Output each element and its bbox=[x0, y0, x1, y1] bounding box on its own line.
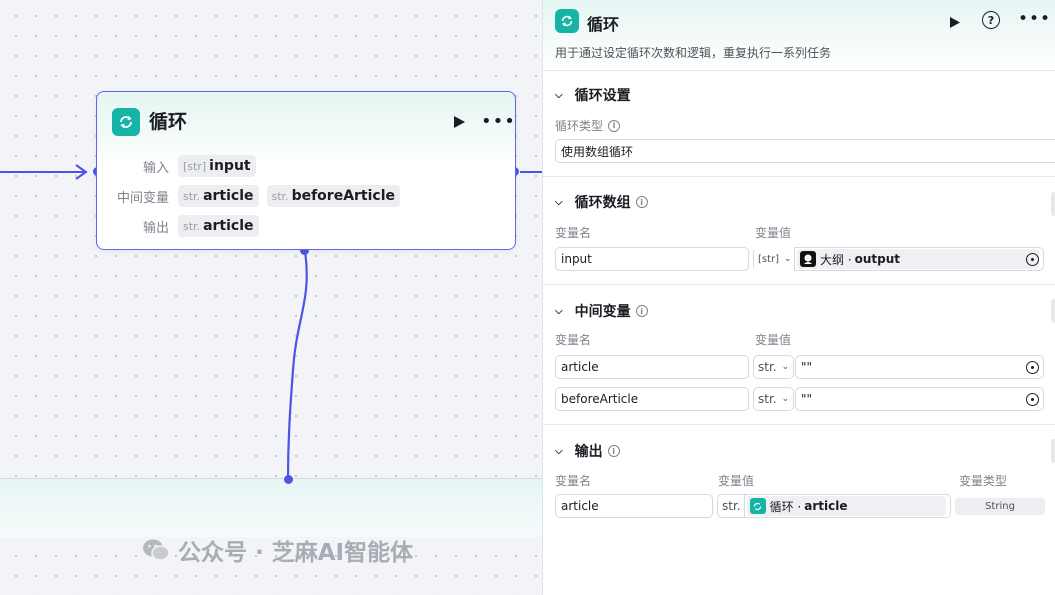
variable-name-input[interactable]: input bbox=[555, 247, 749, 271]
watermark: 公众号 · 芝麻AI智能体 bbox=[142, 533, 413, 567]
add-variable-handle[interactable] bbox=[1051, 192, 1055, 216]
node-row-label: 输出 bbox=[142, 220, 169, 236]
variable-value-input[interactable]: "" bbox=[795, 355, 1044, 379]
info-icon: i bbox=[635, 196, 648, 208]
section-loop-array[interactable]: ⌵ 循环数组 i bbox=[555, 192, 648, 212]
loop-body-entry-port[interactable] bbox=[284, 475, 293, 484]
loop-type-select[interactable]: 使用数组循环 bbox=[555, 139, 1055, 163]
divider bbox=[543, 424, 1055, 425]
connection-wires bbox=[0, 164, 542, 480]
wechat-icon bbox=[143, 539, 170, 561]
node-row-intermediate: 中间变量 str. article str. beforeArticle bbox=[97, 184, 408, 208]
panel-title[interactable]: 循环 bbox=[587, 11, 619, 35]
run-button[interactable] bbox=[453, 114, 466, 133]
variable-reference-icon[interactable] bbox=[1026, 361, 1039, 374]
col-header-name: 变量名 bbox=[555, 474, 592, 488]
reference-chip[interactable]: 循环 · article bbox=[746, 496, 946, 516]
col-header-value: 变量值 bbox=[718, 474, 755, 488]
reference-chip[interactable]: 大纲 · output bbox=[797, 249, 1039, 269]
variable-type-badge: String bbox=[955, 498, 1045, 515]
variable-tag: str. article bbox=[178, 215, 259, 237]
variable-reference-icon[interactable] bbox=[1026, 253, 1039, 266]
divider bbox=[543, 176, 1055, 177]
add-variable-handle[interactable] bbox=[1051, 439, 1055, 463]
run-button[interactable] bbox=[949, 14, 961, 33]
variable-value-field[interactable]: str. 循环 · article bbox=[717, 494, 951, 518]
type-select[interactable]: [str] ⌄ bbox=[754, 247, 795, 271]
col-header-value: 变量值 bbox=[755, 333, 792, 347]
chevron-down-icon: ⌵ bbox=[555, 89, 563, 101]
divider bbox=[543, 284, 1055, 285]
section-intermediate-vars[interactable]: ⌵ 中间变量 i bbox=[555, 301, 648, 321]
panel-description: 用于通过设定循环次数和逻辑，重复执行一系列任务 bbox=[555, 46, 832, 60]
variable-name-input[interactable]: article bbox=[555, 355, 749, 379]
type-select[interactable]: str. ⌄ bbox=[753, 387, 794, 411]
variable-reference-icon[interactable] bbox=[1026, 393, 1039, 406]
loop-icon bbox=[112, 108, 140, 136]
col-header-type: 变量类型 bbox=[959, 474, 1008, 488]
play-icon bbox=[950, 17, 960, 28]
workflow-canvas[interactable]: 循环 ••• 输入 [str] input 中间变量 str. article st… bbox=[0, 0, 542, 595]
node-row-output: 输出 str. article bbox=[97, 214, 267, 238]
node-title: 循环 bbox=[149, 111, 188, 133]
col-header-name: 变量名 bbox=[555, 333, 592, 347]
chevron-down-icon: ⌵ bbox=[555, 305, 563, 317]
add-variable-handle[interactable] bbox=[1051, 299, 1055, 323]
variable-value-input[interactable]: "" bbox=[795, 387, 1044, 411]
variable-tag: [str] input bbox=[178, 155, 256, 177]
node-settings-panel: 循环 ? ••• 用于通过设定循环次数和逻辑，重复执行一系列任务 ⌵ 循环设置 循… bbox=[542, 0, 1055, 595]
chevron-down-icon: ⌄ bbox=[781, 362, 790, 372]
node-row-input: 输入 [str] input bbox=[97, 154, 264, 178]
loop-body-edge bbox=[286, 250, 308, 480]
section-loop-settings[interactable]: ⌵ 循环设置 bbox=[555, 85, 631, 105]
bot-avatar-icon bbox=[800, 251, 816, 267]
loop-node[interactable]: 循环 ••• 输入 [str] input 中间变量 str. article st… bbox=[96, 91, 516, 250]
col-header-value: 变量值 bbox=[755, 226, 792, 240]
type-tag: str. bbox=[718, 495, 745, 517]
node-row-label: 中间变量 bbox=[116, 190, 169, 206]
type-select[interactable]: str. ⌄ bbox=[753, 355, 794, 379]
loop-icon bbox=[555, 9, 579, 33]
chevron-down-icon: ⌄ bbox=[784, 254, 792, 264]
help-icon[interactable]: ? bbox=[982, 11, 1000, 29]
variable-name-input[interactable]: article bbox=[555, 494, 713, 518]
variable-tag: str. beforeArticle bbox=[266, 185, 401, 207]
chevron-down-icon: ⌵ bbox=[555, 445, 563, 457]
variable-value-field[interactable]: [str] ⌄ 大纲 · output bbox=[753, 247, 1044, 271]
node-row-label: 输入 bbox=[142, 160, 169, 176]
panel-header: 循环 ? ••• 用于通过设定循环次数和逻辑，重复执行一系列任务 bbox=[543, 0, 1055, 71]
play-icon bbox=[454, 116, 465, 128]
info-icon: i bbox=[635, 305, 648, 317]
loop-type-label: 循环类型 i bbox=[555, 117, 621, 134]
col-header-name: 变量名 bbox=[555, 226, 592, 240]
info-icon: i bbox=[607, 445, 620, 457]
chevron-down-icon: ⌵ bbox=[555, 196, 563, 208]
info-icon: i bbox=[608, 119, 621, 132]
loop-icon bbox=[749, 498, 766, 514]
variable-name-input[interactable]: beforeArticle bbox=[555, 387, 749, 411]
chevron-down-icon: ⌄ bbox=[781, 394, 790, 404]
section-output[interactable]: ⌵ 输出 i bbox=[555, 441, 620, 461]
more-options-button[interactable]: ••• bbox=[1018, 9, 1051, 29]
variable-tag: str. article bbox=[178, 185, 259, 207]
more-options-button[interactable]: ••• bbox=[481, 111, 516, 132]
